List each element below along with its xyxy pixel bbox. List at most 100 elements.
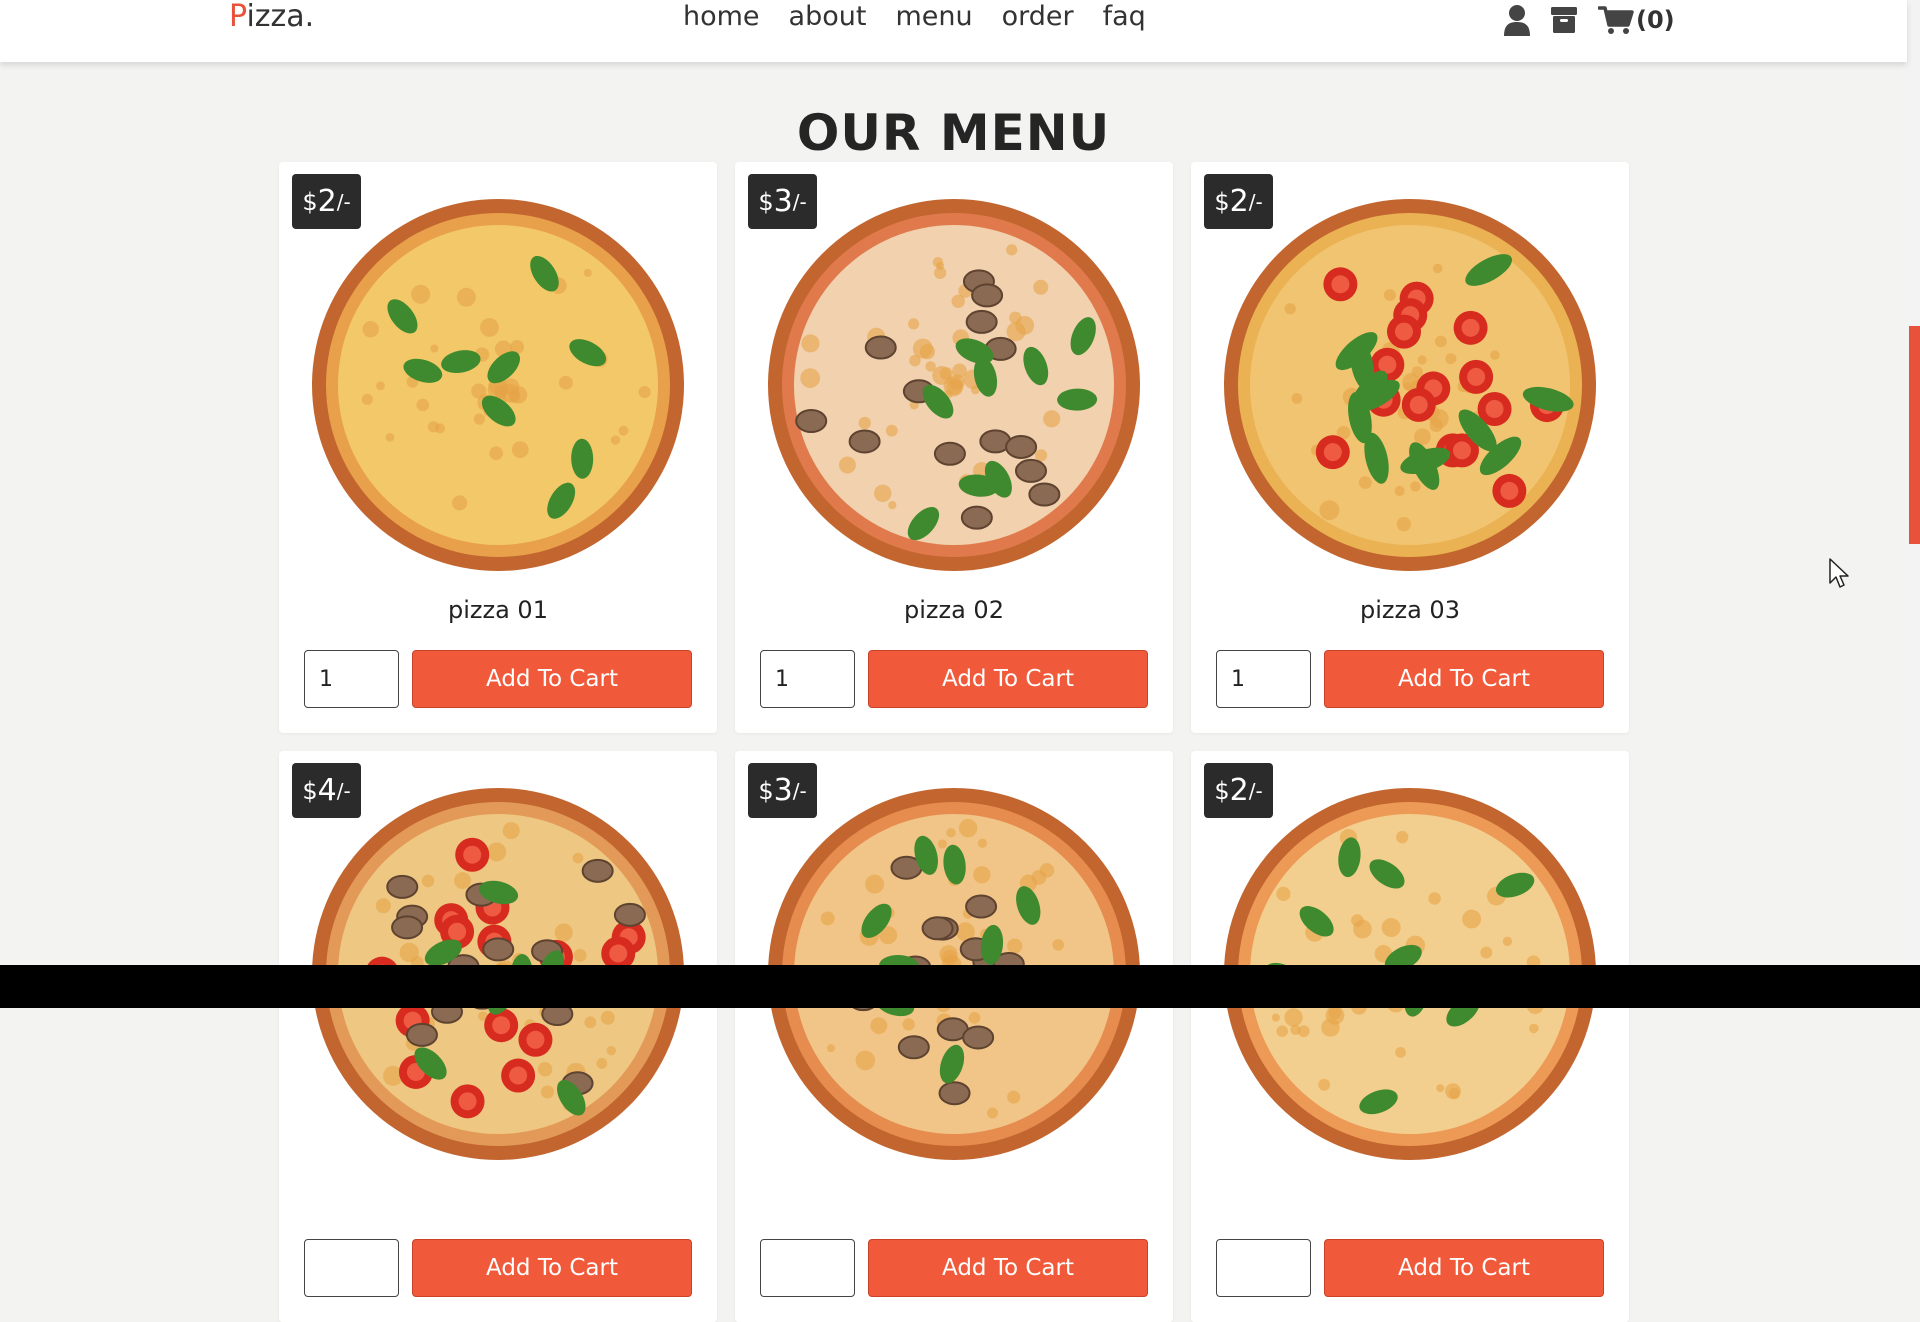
mushroom-slice (933, 441, 966, 466)
pizza-image (1224, 199, 1596, 571)
mushroom-slice (581, 858, 614, 883)
cheese-spot (1035, 449, 1048, 462)
mushroom-slice (391, 915, 424, 940)
taskbar (0, 965, 1920, 1008)
tomato-center (1461, 318, 1480, 337)
menu-card: $3/- Add To Cart (735, 751, 1173, 1322)
pizza-name: pizza 01 (448, 596, 548, 624)
quantity-input[interactable] (1216, 1239, 1311, 1297)
cart[interactable]: (0) (1598, 5, 1675, 35)
mushroom-slice (962, 1025, 995, 1050)
mushroom-slice (938, 1081, 971, 1106)
cheese-spot (361, 393, 373, 405)
mushroom-slice (897, 1035, 930, 1060)
mouse-cursor-icon (1829, 558, 1849, 588)
tomato-center (1394, 322, 1413, 341)
scrollbar-thumb[interactable] (1909, 326, 1920, 544)
cheese-spot (1434, 335, 1447, 348)
cheese-spot (839, 456, 856, 474)
pizza-image (312, 199, 684, 571)
user-icon[interactable] (1504, 4, 1530, 36)
add-to-cart-button[interactable]: Add To Cart (868, 650, 1148, 708)
nav-about[interactable]: about (789, 0, 867, 34)
box-icon[interactable] (1550, 6, 1578, 34)
cheese-spot (1015, 315, 1035, 335)
cheese-spot (511, 441, 529, 459)
tomato-center (1485, 399, 1504, 418)
shopping-cart-icon[interactable] (1598, 5, 1634, 35)
cheese-spot (826, 1044, 835, 1053)
nav-faq[interactable]: faq (1103, 0, 1146, 34)
nav-order[interactable]: order (1002, 0, 1074, 34)
cheese-spot (936, 261, 945, 270)
cheese-spot (941, 949, 958, 966)
cheese-spot (855, 1050, 876, 1071)
quantity-input[interactable] (304, 650, 399, 708)
cheese-spot (487, 842, 507, 862)
cheese-spot (1319, 500, 1340, 521)
logo-text: izza. (246, 0, 315, 34)
cheese-spot (502, 822, 520, 840)
cheese-spot (1033, 279, 1049, 295)
cheese-spot (1276, 1025, 1288, 1037)
cheese-spot (1381, 918, 1401, 938)
menu-card: $2/-pizza 01Add To Cart (279, 162, 717, 733)
cheese-spot (385, 433, 395, 442)
cheese-spot (376, 381, 385, 391)
header-icons: (0) (1504, 0, 1675, 40)
cheese-spot (1417, 355, 1427, 365)
add-to-cart-button[interactable]: Add To Cart (412, 1239, 692, 1297)
cheese-spot (1271, 1013, 1280, 1022)
tomato-center (509, 1066, 528, 1085)
cheese-spot (1462, 909, 1482, 929)
tomato-center (1452, 441, 1471, 460)
cheese-spot (968, 1011, 981, 1024)
cheese-spot (411, 284, 431, 304)
nav-menu[interactable]: menu (895, 0, 972, 34)
cheese-spot (1007, 938, 1023, 954)
cheese-spot (1529, 1023, 1539, 1034)
cheese-spot (885, 424, 898, 437)
cheese-spot (572, 852, 584, 864)
cheese-spot (430, 344, 439, 353)
add-to-cart-button[interactable]: Add To Cart (412, 650, 692, 708)
logo[interactable]: Pizza. (229, 0, 314, 34)
cheese-spot (800, 368, 821, 388)
add-to-cart-button[interactable]: Add To Cart (1324, 1239, 1604, 1297)
site-header: Pizza. home about menu order faq (0) (0, 0, 1907, 62)
cheese-spot (1396, 830, 1409, 844)
tomato-center (609, 944, 628, 963)
nav-home[interactable]: home (683, 0, 760, 34)
menu-title: OUR MENU (796, 103, 1111, 162)
tomato-center (1323, 443, 1342, 462)
cheese-spot (583, 268, 592, 277)
cheese-spot (973, 866, 991, 884)
mushroom-slice (960, 505, 993, 530)
quantity-input[interactable] (760, 1239, 855, 1297)
cheese-spot (362, 320, 379, 338)
menu-card: $2/- Add To Cart (1191, 751, 1629, 1322)
cheese-spot (858, 416, 871, 430)
menu-card: $2/-pizza 03Add To Cart (1191, 162, 1629, 733)
cheese-spot (375, 898, 391, 914)
mushroom-slice (1015, 458, 1048, 483)
cheese-spot (451, 495, 468, 511)
cheese-spot (1284, 303, 1296, 315)
cheese-spot (540, 1085, 555, 1099)
tomato-center (458, 1092, 477, 1111)
quantity-input[interactable] (1216, 650, 1311, 708)
quantity-input[interactable] (760, 650, 855, 708)
add-to-cart-button[interactable]: Add To Cart (1324, 650, 1604, 708)
menu-card: $4/- Add To Cart (279, 751, 717, 1322)
cheese-spot (870, 1017, 888, 1035)
add-to-cart-button[interactable]: Add To Cart (868, 1239, 1148, 1297)
cheese-spot (1445, 353, 1457, 365)
quantity-input[interactable] (304, 1239, 399, 1297)
cheese-spot (908, 318, 920, 330)
cheese-spot (977, 838, 988, 848)
cheese-spot (573, 948, 587, 962)
cheese-spot (489, 446, 504, 461)
menu-grid: $2/-pizza 01Add To Cart$3/-pizza 02Add T… (279, 162, 1629, 1322)
mushroom-slice (965, 894, 998, 919)
cheese-spot (416, 398, 430, 412)
